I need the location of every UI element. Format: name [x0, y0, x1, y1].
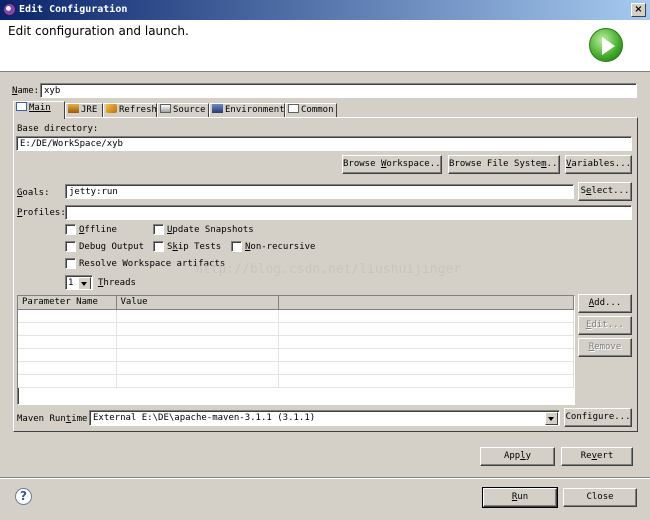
- table-cell[interactable]: [116, 348, 279, 362]
- source-icon: [160, 104, 171, 113]
- banner-heading: Edit configuration and launch.: [8, 24, 189, 38]
- table-cell[interactable]: [278, 348, 574, 362]
- table-row[interactable]: [18, 309, 574, 323]
- footer-separator: [0, 477, 650, 479]
- edit-parameter-button[interactable]: Edit...: [578, 316, 632, 335]
- window-title: Edit Configuration: [19, 4, 128, 15]
- tab-source-label: Source: [173, 105, 206, 115]
- table-cell[interactable]: [18, 361, 117, 375]
- base-directory-field[interactable]: E:/DE/WorkSpace/xyb: [16, 136, 632, 151]
- tab-main-label: Main: [29, 103, 51, 113]
- table-cell[interactable]: [18, 309, 117, 323]
- tab-main[interactable]: Main: [13, 101, 65, 119]
- debug-output-checkbox[interactable]: [65, 241, 76, 252]
- table-cell[interactable]: [278, 322, 574, 336]
- tab-common-label: Common: [301, 105, 334, 115]
- tab-jre-label: JRE: [81, 105, 98, 115]
- table-cell[interactable]: [116, 361, 279, 375]
- variables-button[interactable]: Variables...: [565, 155, 632, 174]
- goals-field[interactable]: jetty:run: [65, 184, 574, 199]
- tab-refresh-label: Refresh: [119, 105, 157, 115]
- name-field[interactable]: xyb: [40, 83, 637, 98]
- maven-runtime-value: External E:\DE\apache-maven-3.1.1 (3.1.1…: [93, 413, 316, 423]
- table-cell[interactable]: [18, 322, 117, 336]
- threads-label: Threads: [98, 278, 136, 288]
- window-close-button[interactable]: ×: [631, 3, 646, 17]
- add-parameter-button[interactable]: Add...: [578, 294, 632, 313]
- table-cell[interactable]: [116, 374, 279, 388]
- debug-output-label: Debug Output: [79, 242, 145, 252]
- chevron-down-icon[interactable]: [545, 412, 558, 425]
- offline-checkbox[interactable]: [65, 224, 76, 235]
- eclipse-icon: [3, 3, 16, 16]
- revert-button[interactable]: Revert: [561, 447, 633, 466]
- close-button[interactable]: Close: [563, 488, 637, 507]
- chevron-down-icon[interactable]: [78, 277, 91, 289]
- tab-common[interactable]: Common: [285, 103, 337, 118]
- table-cell[interactable]: [116, 322, 279, 336]
- update-snapshots-label: Update Snapshots: [167, 225, 254, 235]
- main-tab-icon: [16, 102, 27, 111]
- configure-runtime-button[interactable]: Configure...: [564, 408, 632, 427]
- environment-icon: [212, 104, 223, 113]
- run-button[interactable]: Run: [482, 487, 558, 508]
- table-cell[interactable]: [18, 374, 117, 388]
- name-label: Name:: [12, 86, 40, 96]
- watermark-text: http://blog.csdn.net/liushuijinger: [195, 262, 462, 277]
- update-snapshots-checkbox[interactable]: [153, 224, 164, 235]
- maven-runtime-select[interactable]: External E:\DE\apache-maven-3.1.1 (3.1.1…: [89, 410, 560, 426]
- skip-tests-checkbox[interactable]: [153, 241, 164, 252]
- base-directory-label: Base directory:: [17, 124, 99, 134]
- table-cell[interactable]: [278, 335, 574, 349]
- tab-environment[interactable]: Environment: [209, 103, 285, 118]
- remove-parameter-button[interactable]: Remove: [578, 338, 632, 357]
- table-row[interactable]: [18, 361, 574, 375]
- table-row[interactable]: [18, 322, 574, 336]
- offline-label: Offline: [79, 225, 117, 235]
- jre-icon: [68, 104, 79, 113]
- column-header-filler: [278, 296, 574, 310]
- maven-runtime-label: Maven Runtime:: [17, 414, 93, 424]
- tab-source[interactable]: Source: [157, 103, 209, 118]
- table-cell[interactable]: [18, 335, 117, 349]
- common-icon: [288, 104, 299, 113]
- column-header-parameter-name[interactable]: Parameter Name: [18, 296, 117, 310]
- non-recursive-checkbox[interactable]: [231, 241, 242, 252]
- table-row[interactable]: [18, 348, 574, 362]
- table-row[interactable]: [18, 335, 574, 349]
- browse-file-system-button[interactable]: Browse File System...: [448, 155, 560, 174]
- resolve-workspace-checkbox[interactable]: [65, 258, 76, 269]
- table-cell[interactable]: [18, 348, 117, 362]
- profiles-field[interactable]: [65, 205, 632, 220]
- threads-select[interactable]: 1: [65, 275, 93, 290]
- table-cell[interactable]: [278, 309, 574, 323]
- table-cell[interactable]: [116, 309, 279, 323]
- title-bar: Edit Configuration ×: [0, 0, 650, 20]
- dialog-banner: Edit configuration and launch.: [0, 20, 650, 72]
- goals-label: Goals:: [17, 188, 50, 198]
- table-cell[interactable]: [278, 361, 574, 375]
- tab-jre[interactable]: JRE: [65, 103, 103, 118]
- skip-tests-label: Skip Tests: [167, 242, 222, 252]
- table-cell[interactable]: [116, 335, 279, 349]
- tab-environment-label: Environment: [225, 105, 285, 115]
- threads-value: 1: [68, 278, 74, 288]
- profiles-label: Profiles:: [17, 208, 66, 218]
- column-header-value[interactable]: Value: [116, 296, 279, 310]
- browse-workspace-button[interactable]: Browse Workspace...: [342, 155, 442, 174]
- select-goals-button[interactable]: Select...: [578, 182, 632, 201]
- tab-refresh[interactable]: Refresh: [103, 103, 157, 118]
- table-cell[interactable]: [278, 374, 574, 388]
- run-launch-icon: [589, 28, 623, 62]
- apply-button[interactable]: Apply: [480, 447, 555, 466]
- non-recursive-label: Non-recursive: [245, 242, 316, 252]
- refresh-icon: [106, 104, 117, 113]
- help-icon[interactable]: ?: [15, 488, 32, 505]
- table-row[interactable]: [18, 374, 574, 388]
- parameters-table[interactable]: Parameter Name Value: [17, 295, 575, 405]
